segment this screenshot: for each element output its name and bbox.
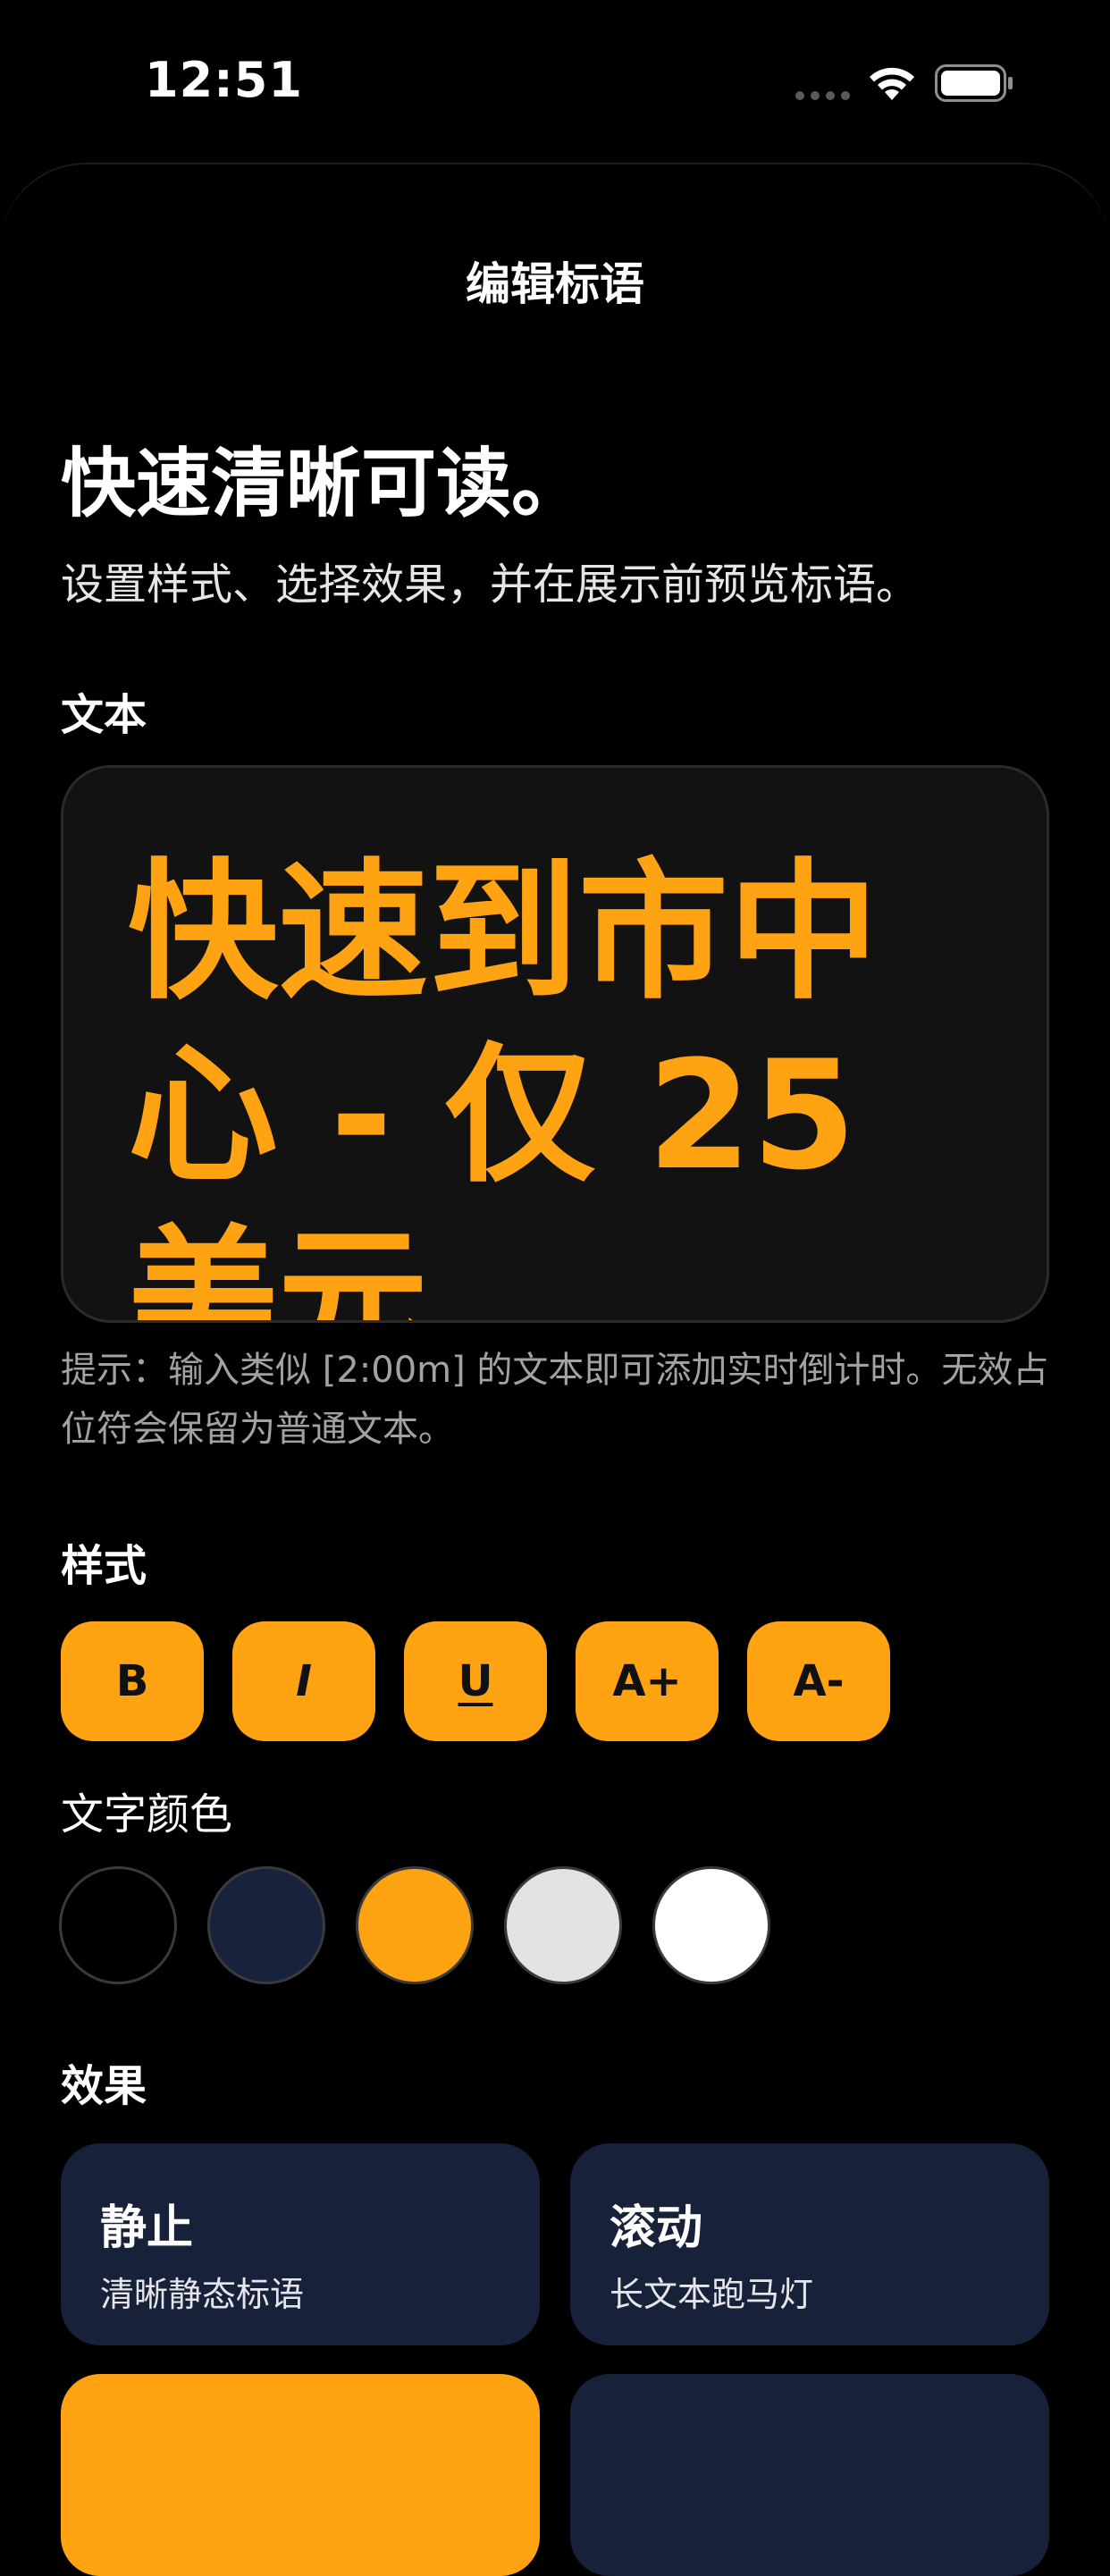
- color-swatch-light-gray[interactable]: [504, 1866, 622, 1984]
- color-swatch-orange[interactable]: [356, 1866, 474, 1984]
- increase-size-button[interactable]: A+: [576, 1621, 719, 1741]
- status-bar: 12:51: [0, 0, 1110, 161]
- color-swatches: [59, 1866, 770, 1984]
- text-section-label: 文本: [61, 690, 147, 740]
- sheet-title: 编辑标语: [466, 258, 644, 310]
- effects-grid: 静止 清晰静态标语 滚动 长文本跑马灯: [61, 2143, 1049, 2576]
- edit-banner-sheet: 编辑标语 快速清晰可读。 设置样式、选择效果，并在展示前预览标语。 文本 快速到…: [0, 163, 1110, 2576]
- effect-card-fourth[interactable]: [570, 2374, 1049, 2576]
- banner-text-value: 快速到市中心 - 仅 25 美元: [128, 845, 879, 1323]
- color-swatch-black[interactable]: [59, 1866, 177, 1984]
- hero-subtitle: 设置样式、选择效果，并在展示前预览标语。: [61, 560, 920, 610]
- effect-card-title: 滚动: [610, 2201, 703, 2255]
- color-swatch-white[interactable]: [652, 1866, 770, 1984]
- effect-card-scroll[interactable]: 滚动 长文本跑马灯: [570, 2143, 1049, 2345]
- countdown-hint: 提示：输入类似 [2:00m] 的文本即可添加实时倒计时。无效占位符会保留为普通…: [61, 1350, 1049, 1450]
- effects-section-label: 效果: [61, 2061, 147, 2111]
- status-time: 12:51: [145, 52, 303, 108]
- bold-button[interactable]: B: [61, 1621, 204, 1741]
- italic-button[interactable]: I: [232, 1621, 375, 1741]
- style-buttons: B I U A+ A-: [61, 1621, 890, 1741]
- battery-icon: [935, 64, 1013, 102]
- decrease-size-button[interactable]: A-: [747, 1621, 890, 1741]
- style-section-label: 样式: [61, 1541, 147, 1591]
- effect-card-static[interactable]: 静止 清晰静态标语: [61, 2143, 540, 2345]
- cellular-signal-icon: [795, 91, 850, 100]
- text-color-section-label: 文字颜色: [61, 1789, 233, 1839]
- banner-text-input[interactable]: 快速到市中心 - 仅 25 美元: [61, 765, 1049, 1323]
- color-swatch-navy[interactable]: [207, 1866, 325, 1984]
- effect-card-title: 静止: [100, 2201, 194, 2255]
- hero-title: 快速清晰可读。: [61, 440, 587, 527]
- effect-card-subtitle: 长文本跑马灯: [610, 2275, 814, 2314]
- effect-card-third[interactable]: [61, 2374, 540, 2576]
- wifi-icon: [870, 67, 914, 100]
- underline-button[interactable]: U: [404, 1621, 547, 1741]
- effect-card-subtitle: 清晰静态标语: [100, 2275, 305, 2314]
